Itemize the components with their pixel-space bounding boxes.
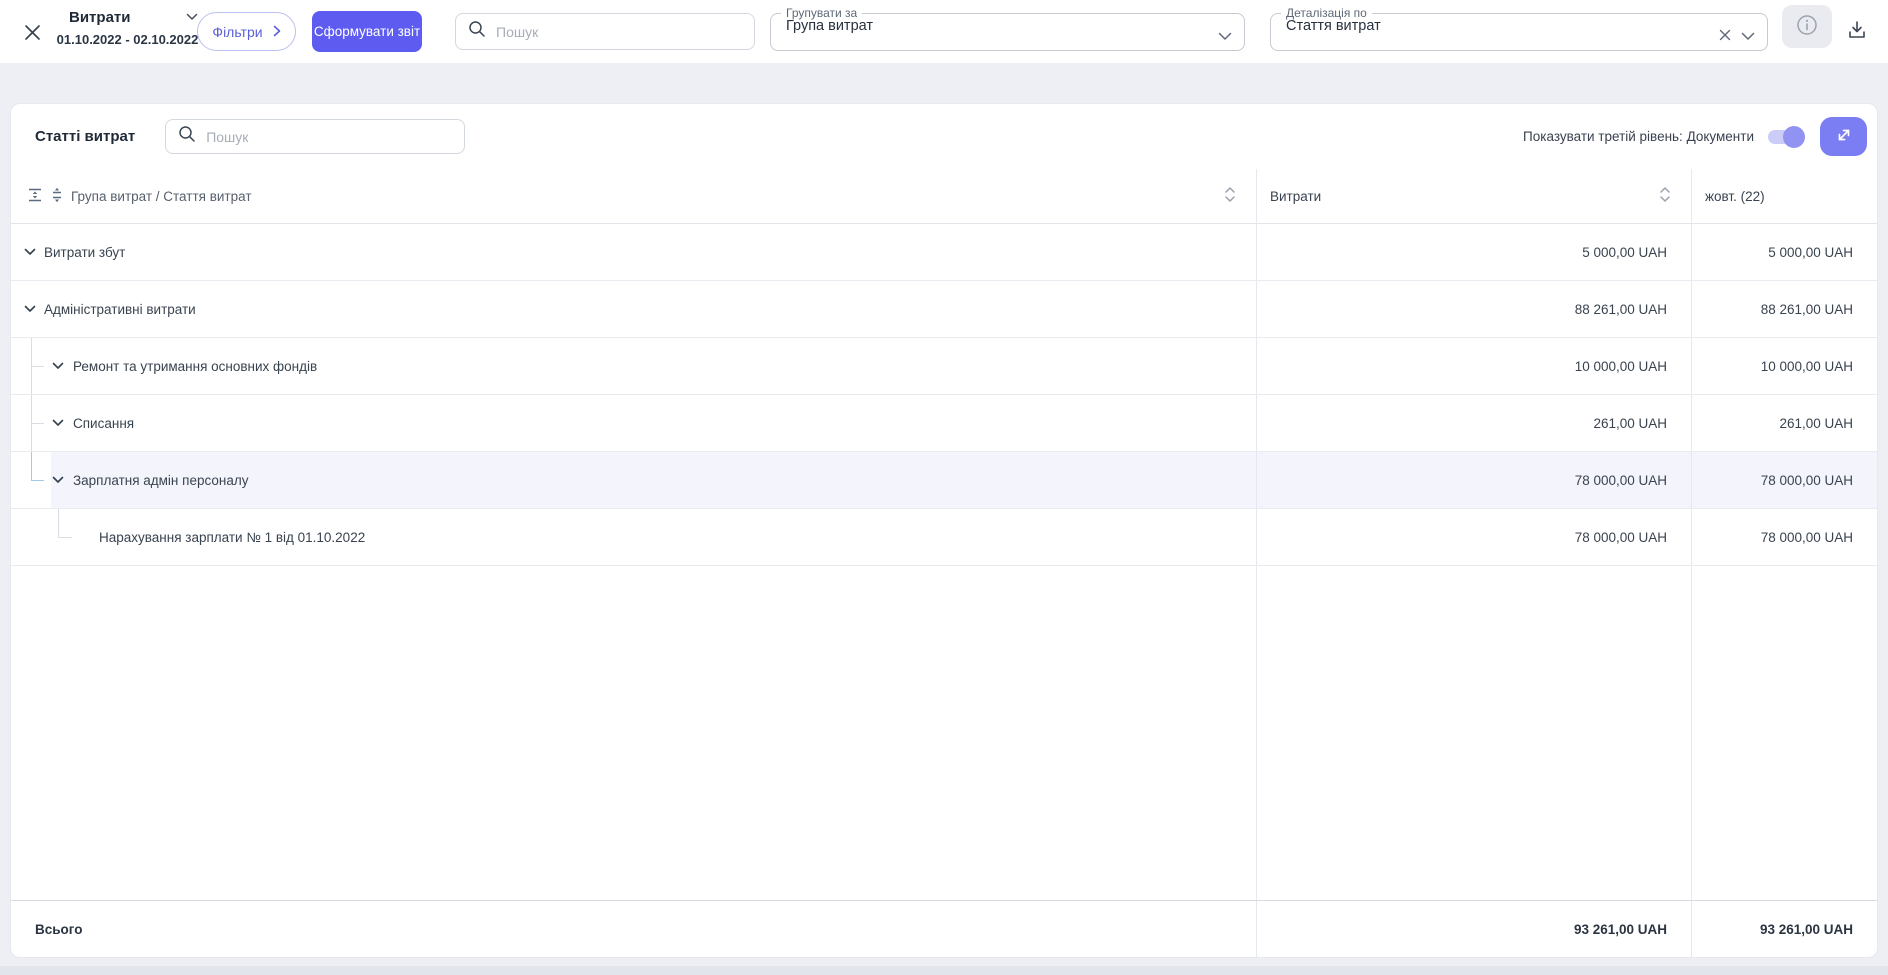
expand-rows-icon[interactable] xyxy=(49,187,65,206)
row-expenses-value: 10 000,00 UAH xyxy=(1256,338,1691,394)
row-month-value: 88 261,00 UAH xyxy=(1691,281,1877,337)
tree-connector xyxy=(31,423,44,424)
column-header-month[interactable]: жовт. (22) xyxy=(1705,189,1765,204)
row-month-value: 78 000,00 UAH xyxy=(1691,509,1877,565)
table-empty-area xyxy=(11,566,1877,900)
tree-connector xyxy=(58,509,59,537)
search-icon xyxy=(178,125,196,148)
column-header-expenses[interactable]: Витрати xyxy=(1270,189,1321,204)
toggle-knob xyxy=(1783,125,1805,148)
chevron-right-icon xyxy=(273,24,281,40)
tree-connector xyxy=(58,537,72,538)
window-bottom-edge xyxy=(0,966,1888,975)
filters-button[interactable]: Фільтри xyxy=(197,12,296,51)
chevron-down-icon[interactable] xyxy=(186,8,198,26)
chevron-down-icon[interactable] xyxy=(51,416,65,430)
chevron-down-icon[interactable] xyxy=(1218,28,1232,46)
clear-icon[interactable] xyxy=(1719,28,1731,46)
total-month-value: 93 261,00 UAH xyxy=(1691,901,1877,957)
table-row-document[interactable]: Нарахування зарплати № 1 від 01.10.2022 … xyxy=(11,509,1877,566)
row-month-value: 5 000,00 UAH xyxy=(1691,224,1877,280)
table-row-selected[interactable]: Зарплатня адмін персоналу 78 000,00 UAH … xyxy=(11,452,1877,509)
row-label: Зарплатня адмін персоналу xyxy=(73,472,249,488)
table-header-row: Група витрат / Стаття витрат Витрати жов… xyxy=(11,169,1877,224)
row-expenses-value: 88 261,00 UAH xyxy=(1256,281,1691,337)
row-label: Ремонт та утримання основних фондів xyxy=(73,358,318,374)
table-row[interactable]: Адміністративні витрати 88 261,00 UAH 88… xyxy=(11,281,1877,338)
table-footer-row: Всього 93 261,00 UAH 93 261,00 UAH xyxy=(11,900,1877,957)
row-expenses-value: 261,00 UAH xyxy=(1256,395,1691,451)
tree-connector-active xyxy=(31,480,44,481)
panel-title: Статті витрат xyxy=(35,128,136,145)
row-label: Списання xyxy=(73,415,135,431)
column-header-tree[interactable]: Група витрат / Стаття витрат xyxy=(71,189,252,204)
sort-icon[interactable] xyxy=(1224,186,1236,206)
row-label: Витрати збут xyxy=(44,244,126,260)
fullscreen-button[interactable] xyxy=(1820,117,1867,156)
row-label: Адміністративні витрати xyxy=(44,301,196,317)
expand-icon xyxy=(1834,125,1854,148)
sort-icon[interactable] xyxy=(1659,186,1671,206)
tree-connector-active xyxy=(31,452,32,480)
top-toolbar: Витрати 01.10.2022 - 02.10.2022 Фільтри … xyxy=(0,0,1888,63)
search-icon xyxy=(468,20,486,43)
total-expenses-value: 93 261,00 UAH xyxy=(1256,901,1691,957)
row-label: Нарахування зарплати № 1 від 01.10.2022 xyxy=(99,529,366,545)
expenses-table: Група витрат / Стаття витрат Витрати жов… xyxy=(11,169,1877,957)
table-row[interactable]: Списання 261,00 UAH 261,00 UAH xyxy=(11,395,1877,452)
download-icon xyxy=(1846,19,1868,44)
chevron-down-icon[interactable] xyxy=(51,473,65,487)
table-row[interactable]: Витрати збут 5 000,00 UAH 5 000,00 UAH xyxy=(11,224,1877,281)
expense-items-panel: Статті витрат Показувати третій рівень: … xyxy=(10,103,1878,958)
row-month-value: 78 000,00 UAH xyxy=(1691,452,1877,508)
info-button[interactable] xyxy=(1782,5,1832,48)
collapse-rows-icon[interactable] xyxy=(27,187,43,206)
panel-toolbar: Статті витрат Показувати третій рівень: … xyxy=(11,104,1877,169)
close-icon[interactable] xyxy=(22,22,42,42)
panel-search-input[interactable] xyxy=(206,128,453,145)
panel-search[interactable] xyxy=(165,119,466,154)
date-range: 01.10.2022 - 02.10.2022 xyxy=(56,32,199,47)
third-level-toggle[interactable] xyxy=(1768,125,1805,148)
tree-connector xyxy=(31,366,44,367)
search-input[interactable] xyxy=(496,23,742,40)
third-level-toggle-label: Показувати третій рівень: Документи xyxy=(1523,129,1754,144)
detail-by-value: Стаття витрат xyxy=(1286,18,1381,34)
row-expenses-value: 5 000,00 UAH xyxy=(1256,224,1691,280)
info-icon xyxy=(1796,14,1818,39)
total-label: Всього xyxy=(35,921,83,937)
group-by-value: Група витрат xyxy=(786,18,874,34)
group-by-select[interactable]: Групувати за Група витрат xyxy=(770,6,1245,51)
row-month-value: 261,00 UAH xyxy=(1691,395,1877,451)
download-button[interactable] xyxy=(1840,14,1874,48)
row-expenses-value: 78 000,00 UAH xyxy=(1256,509,1691,565)
chevron-down-icon[interactable] xyxy=(51,359,65,373)
page-title: Витрати xyxy=(69,8,131,26)
detail-by-select[interactable]: Деталізація по Стаття витрат xyxy=(1270,6,1768,51)
row-expenses-value: 78 000,00 UAH xyxy=(1256,452,1691,508)
global-search[interactable] xyxy=(455,13,755,50)
report-title-block[interactable]: Витрати 01.10.2022 - 02.10.2022 xyxy=(55,8,200,48)
chevron-down-icon[interactable] xyxy=(23,245,37,259)
table-row[interactable]: Ремонт та утримання основних фондів 10 0… xyxy=(11,338,1877,395)
chevron-down-icon[interactable] xyxy=(1741,28,1755,46)
row-month-value: 10 000,00 UAH xyxy=(1691,338,1877,394)
generate-report-button[interactable]: Сформувати звіт xyxy=(312,11,422,52)
chevron-down-icon[interactable] xyxy=(23,302,37,316)
